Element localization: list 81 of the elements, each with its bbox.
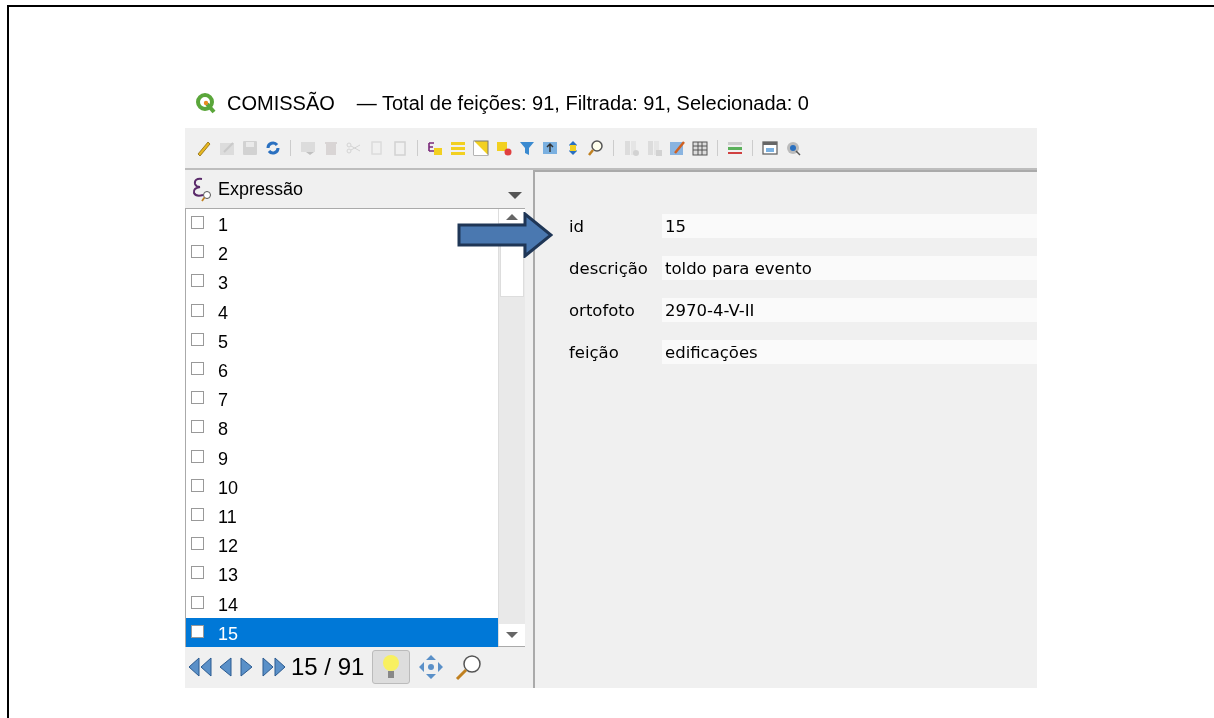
feature-label: 13 [218,565,239,587]
expression-icon [190,175,214,203]
zoom-icon[interactable] [587,139,605,157]
pencil-icon[interactable] [195,139,213,157]
feature-label: 10 [218,477,239,499]
field-label: feição [568,342,620,362]
feature-row[interactable]: 15 [186,617,498,647]
checkbox[interactable] [191,449,204,463]
feature-label: 4 [218,302,228,324]
last-icon[interactable] [261,656,287,678]
dropdown-arrow-icon[interactable] [508,192,522,200]
checkbox[interactable] [191,216,204,230]
feature-row[interactable]: 4 [186,296,240,326]
feature-label: 2 [218,244,228,266]
feature-label: 7 [218,390,228,412]
checkbox[interactable] [191,595,204,609]
feature-row[interactable]: 7 [186,384,240,414]
new-field-icon[interactable] [622,139,640,157]
first-icon[interactable] [187,656,213,678]
feature-row[interactable]: 6 [186,354,240,385]
field-label: id [568,216,586,236]
field-calculator-icon[interactable] [668,139,686,157]
feature-label: 15 [218,623,239,645]
feature-row[interactable]: 1 [186,209,240,239]
checkbox[interactable] [191,391,204,405]
feature-row[interactable]: 9 [186,442,240,472]
refresh-icon[interactable] [264,139,282,157]
filter-icon[interactable] [518,139,536,157]
field-label: descrição [568,258,649,278]
app-logo-icon [195,92,217,114]
checkbox[interactable] [191,245,204,259]
field-label: ortofoto [568,300,636,320]
checkbox[interactable] [191,566,204,580]
feature-label: 6 [218,361,228,383]
highlight-button[interactable] [372,650,411,684]
feature-row[interactable]: 13 [186,559,251,589]
feature-row[interactable]: 11 [186,500,249,531]
checkbox[interactable] [191,537,204,551]
checkbox[interactable] [191,507,204,521]
feature-row[interactable]: 2 [186,238,240,268]
checkbox[interactable] [191,420,204,434]
feature-label: 8 [218,419,228,441]
scroll-up-icon[interactable] [506,212,518,220]
feature-label: 14 [218,594,239,616]
feature-row[interactable]: 12 [186,530,251,560]
scroll-down-icon[interactable] [506,631,518,639]
feature-row[interactable]: 3 [186,267,240,297]
feature-row[interactable]: 5 [186,325,240,355]
move-top-icon[interactable] [541,139,559,157]
lightbulb-icon [382,654,401,680]
checkbox[interactable] [191,274,204,288]
record-position: 15 / 91 [291,653,365,681]
checkbox[interactable] [191,362,204,376]
checkbox[interactable] [191,332,204,346]
expression-label[interactable]: Expressão [218,178,304,200]
checkbox[interactable] [191,303,204,317]
delete-field-icon[interactable] [645,139,663,157]
feature-row[interactable]: 8 [186,413,240,443]
feature-row[interactable]: 14 [186,588,251,618]
deselect-icon[interactable] [495,139,513,157]
feature-label: 12 [218,536,239,558]
previous-icon[interactable] [217,656,233,678]
checkbox[interactable] [191,478,204,492]
feature-label: 9 [218,448,228,470]
invert-selection-icon[interactable] [472,139,490,157]
attribute-field[interactable]: 2970-4-V-II [662,298,1037,322]
feature-label: 11 [218,506,237,528]
attribute-field[interactable]: 15 [662,214,1037,238]
window-title: COMISSÃO [227,91,335,115]
feature-count: — Total de feições: 91, Filtrada: 91, Selecionada: 0 [356,91,809,115]
table-icon[interactable] [691,139,709,157]
dock-icon[interactable] [761,139,779,157]
checkbox[interactable] [191,624,204,638]
expression-select-icon[interactable] [426,139,444,157]
feature-label: 3 [218,273,228,295]
feature-label: 1 [218,215,228,237]
attribute-field[interactable]: edificações [662,340,1037,364]
feature-row[interactable]: 10 [186,471,251,501]
feature-label: 5 [218,331,228,353]
attribute-field[interactable]: toldo para evento [662,256,1037,280]
conditional-format-icon[interactable] [726,139,744,157]
